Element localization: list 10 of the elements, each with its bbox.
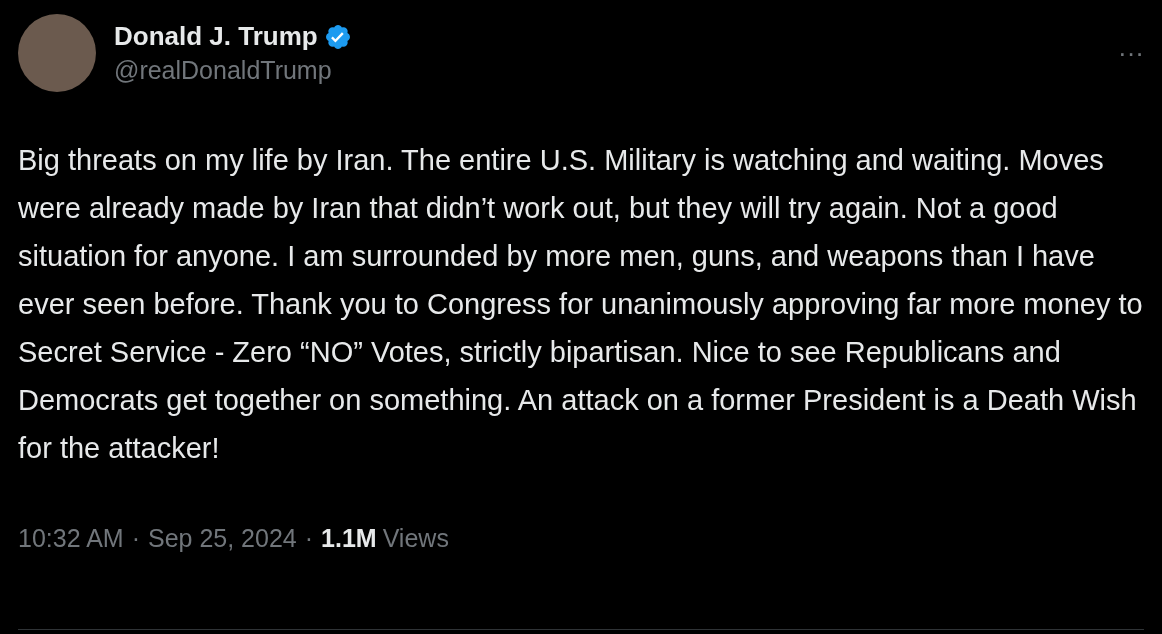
author-handle[interactable]: @realDonaldTrump	[114, 56, 352, 85]
separator-dot: ·	[131, 524, 140, 553]
views-label: Views	[382, 524, 449, 553]
post-text: Big threats on my life by Iran. The entire U.S. Military is watching and waiting. Moves were already made by Iran that didn’t work out, but they will try again. Not a good situation for anyone. I am surrounded by more men, guns, and weapons than I have ever seen before. Thank you to Congress for unanimously approving far more money to Secret Service - Zero “NO” Votes, strictly bipartisan. Nice to see Republicans and Democrats get together on something. An attack on a former President is a Death Wish for the attacker!	[18, 143, 1143, 466]
author-name[interactable]: Donald J. Trump	[114, 21, 318, 52]
post-date[interactable]: Sep 25, 2024	[147, 524, 297, 553]
views-count: 1.1M	[321, 524, 377, 553]
more-button[interactable]: ···	[1114, 38, 1148, 69]
separator-dot: ·	[304, 524, 314, 553]
post-time[interactable]: 10:32 AM	[18, 524, 124, 553]
